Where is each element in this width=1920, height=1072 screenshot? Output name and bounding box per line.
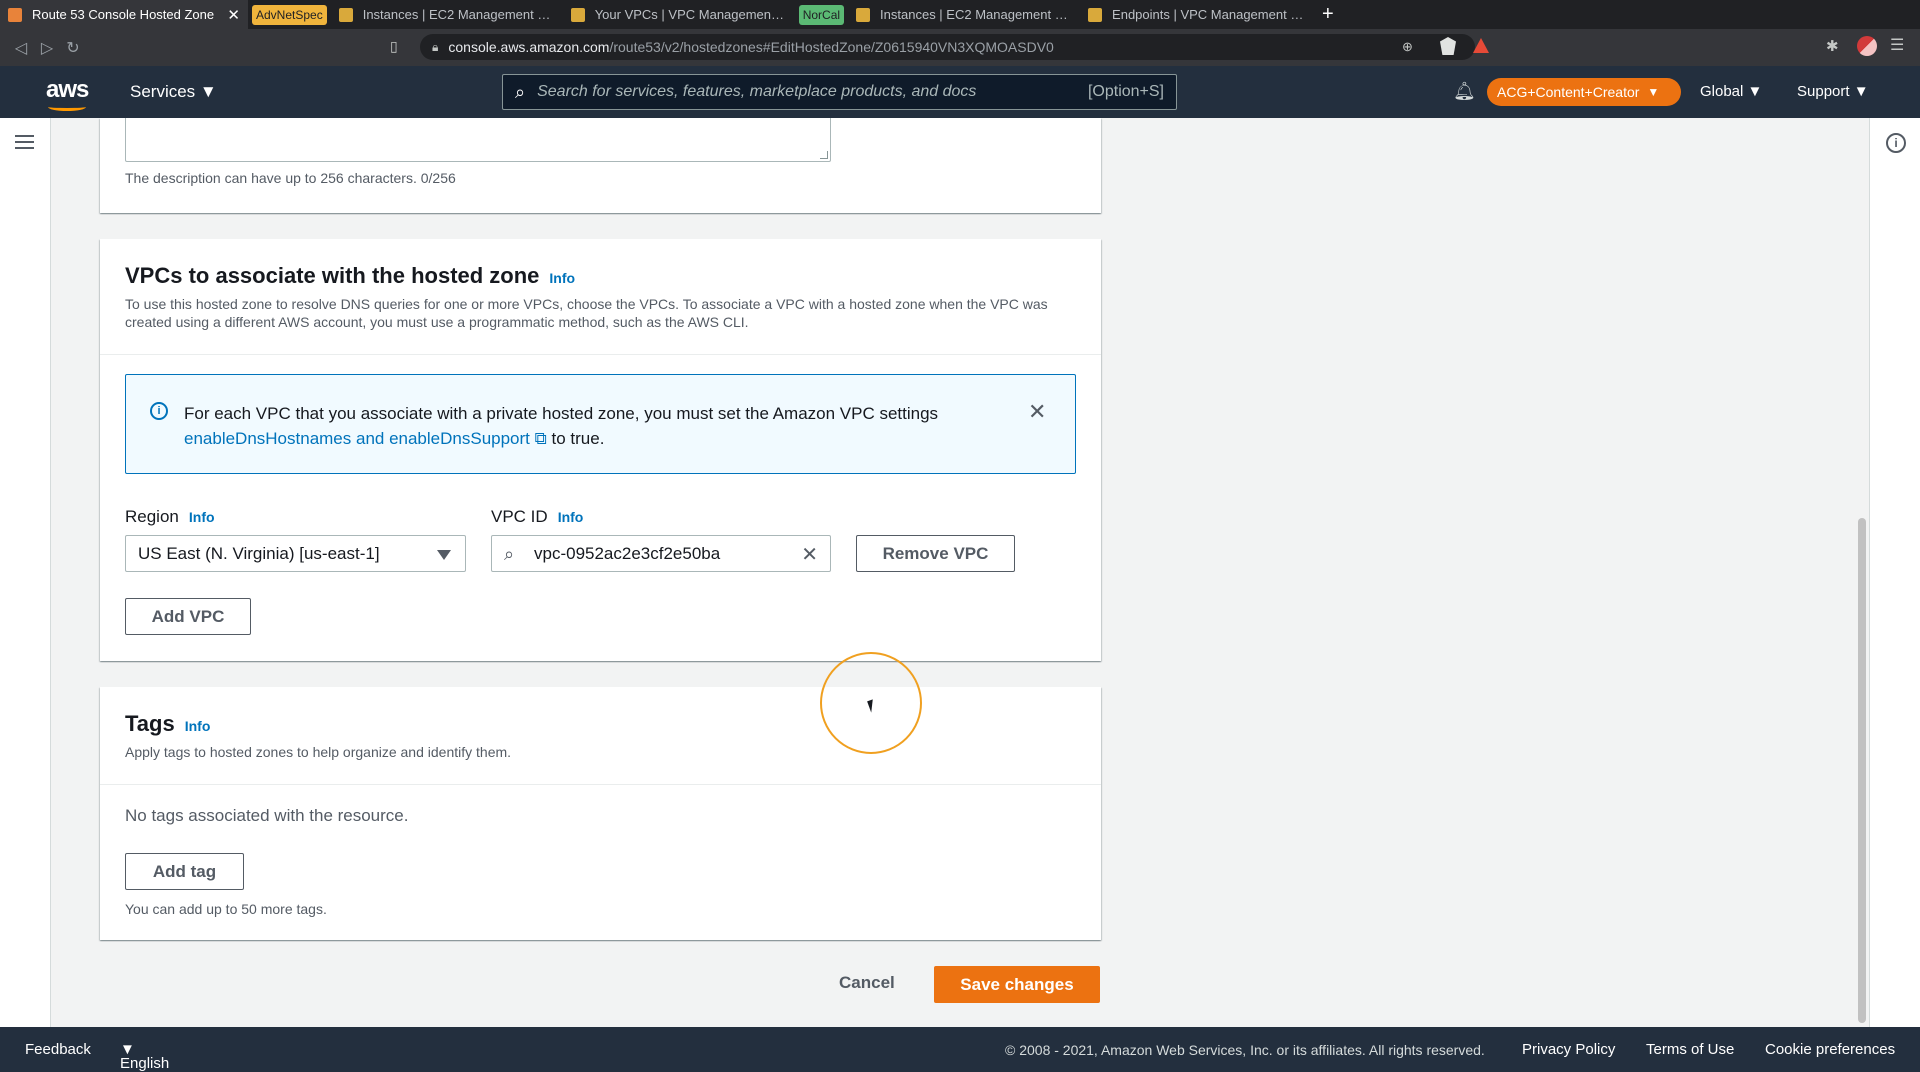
tags-section-title: Tags Info <box>125 711 211 736</box>
url-bar[interactable]: 🔒︎ console.aws.amazon.com/route53/v2/hos… <box>420 34 1475 60</box>
console-footer: Feedback English (US) ▼ © 2008 - 2021, A… <box>0 1027 1920 1072</box>
back-icon[interactable]: ◁ <box>8 38 34 58</box>
browser-tab-your-vpcs[interactable]: Your VPCs | VPC Management Con <box>563 0 795 29</box>
add-tag-button[interactable]: Add tag <box>125 853 244 890</box>
side-navigation-rail <box>0 118 51 1027</box>
vpc-id-info-link[interactable]: Info <box>558 509 584 525</box>
cookie-preferences-link[interactable]: Cookie preferences <box>1765 1041 1895 1058</box>
feedback-link[interactable]: Feedback <box>25 1041 91 1058</box>
language-selector[interactable]: English (US) ▼ <box>120 1041 169 1072</box>
aws-console-header: aws Services ▼ ⌕ Search for services, fe… <box>0 66 1920 118</box>
support-menu[interactable]: Support ▼ <box>1797 83 1869 100</box>
browser-tab-strip: Route 53 Console Hosted Zone ✕ AdvNetSpe… <box>0 0 1920 29</box>
account-menu[interactable]: ACG+Content+Creator ▼ <box>1487 78 1682 106</box>
terms-of-use-link[interactable]: Terms of Use <box>1646 1041 1734 1058</box>
privacy-policy-link[interactable]: Privacy Policy <box>1522 1041 1615 1058</box>
region-select[interactable]: US East (N. Virginia) [us-east-1] <box>125 535 466 572</box>
help-panel-rail: i <box>1869 118 1920 1027</box>
divider <box>100 784 1101 785</box>
add-vpc-button[interactable]: Add VPC <box>125 598 251 635</box>
vpc-association-panel: VPCs to associate with the hosted zone In… <box>100 239 1101 661</box>
console-search-input[interactable]: ⌕ Search for services, features, marketp… <box>502 74 1177 110</box>
clear-input-icon[interactable]: ✕ <box>801 542 818 567</box>
tab-group-norcal[interactable]: NorCal <box>798 4 845 25</box>
aws-favicon-icon <box>338 7 353 22</box>
vpc-section-title: VPCs to associate with the hosted zone In… <box>125 263 576 288</box>
extensions-icon[interactable]: ✱ <box>1826 37 1839 55</box>
vpc-info-link[interactable]: Info <box>549 270 575 286</box>
external-link-icon: ⧉ <box>534 429 547 448</box>
vpc-id-input[interactable]: ⌕ vpc-0952ac2e3cf2e50ba ✕ <box>491 535 831 572</box>
dns-settings-alert: i For each VPC that you associate with a… <box>125 374 1076 474</box>
search-icon: ⌕ <box>504 544 515 564</box>
tags-panel: Tags Info Apply tags to hosted zones to h… <box>100 687 1101 940</box>
browser-tab-route53[interactable]: Route 53 Console Hosted Zone ✕ <box>0 0 248 29</box>
cancel-button[interactable]: Cancel <box>839 973 895 993</box>
profile-avatar[interactable] <box>1857 36 1877 56</box>
new-tab-icon[interactable]: + <box>1322 3 1334 26</box>
browser-toolbar: ◁ ▷ ↻ ▯ 🔒︎ console.aws.amazon.com/route5… <box>0 29 1920 66</box>
browser-menu-icon[interactable]: ☰ <box>1890 35 1904 55</box>
tab-group-advnetspec[interactable]: AdvNetSpec <box>252 4 327 25</box>
zoom-icon[interactable]: ⊕ <box>1402 39 1413 55</box>
description-hint: The description can have up to 256 chara… <box>125 170 456 186</box>
close-tab-icon[interactable]: ✕ <box>227 6 240 24</box>
divider <box>100 354 1101 355</box>
aws-favicon-icon <box>8 7 22 22</box>
page-scrollbar[interactable] <box>1858 518 1866 1023</box>
aws-favicon-icon <box>1088 7 1103 22</box>
notifications-bell-icon[interactable]: 🔔︎ <box>1453 81 1476 102</box>
description-panel: The description can have up to 256 chara… <box>100 118 1101 213</box>
hamburger-menu-icon[interactable] <box>15 135 34 153</box>
aws-favicon-icon <box>570 7 585 22</box>
browser-tab-ec2-instances[interactable]: Instances | EC2 Management Cons <box>331 0 563 29</box>
brave-rewards-icon[interactable] <box>1473 38 1489 53</box>
tags-limit-hint: You can add up to 50 more tags. <box>125 901 327 917</box>
no-tags-message: No tags associated with the resource. <box>125 806 409 825</box>
save-changes-button[interactable]: Save changes <box>934 966 1100 1003</box>
bookmark-icon[interactable]: ▯ <box>390 38 398 55</box>
reload-icon[interactable]: ↻ <box>60 38 86 58</box>
info-panel-icon[interactable]: i <box>1886 133 1906 153</box>
tags-info-link[interactable]: Info <box>185 718 211 734</box>
caret-down-icon <box>437 550 451 560</box>
lock-icon: 🔒︎ <box>432 39 439 54</box>
tags-section-description: Apply tags to hosted zones to help organ… <box>125 744 512 760</box>
description-textarea[interactable] <box>125 118 831 162</box>
search-icon: ⌕ <box>515 81 526 102</box>
services-menu[interactable]: Services ▼ <box>130 82 217 102</box>
vpc-section-description: To use this hosted zone to resolve DNS q… <box>125 296 1048 330</box>
region-menu[interactable]: Global ▼ <box>1700 83 1762 100</box>
forward-icon[interactable]: ▷ <box>34 38 60 58</box>
browser-tab-ec2-instances-2[interactable]: Instances | EC2 Management Cons <box>848 0 1080 29</box>
region-label: Region Info <box>125 507 215 526</box>
vpc-id-label: VPC ID Info <box>491 507 584 526</box>
aws-favicon-icon <box>856 7 871 22</box>
info-icon: i <box>150 402 168 420</box>
browser-tab-endpoints[interactable]: Endpoints | VPC Management Con <box>1080 0 1312 29</box>
region-info-link[interactable]: Info <box>189 509 215 525</box>
aws-logo[interactable]: aws <box>46 76 89 111</box>
copyright-text: © 2008 - 2021, Amazon Web Services, Inc.… <box>1005 1042 1485 1058</box>
resize-grip-icon[interactable] <box>820 151 828 159</box>
close-icon[interactable]: ✕ <box>1028 399 1046 425</box>
chevron-down-icon: ▼ <box>1647 85 1660 99</box>
dns-settings-link[interactable]: enableDnsHostnames and enableDnsSupport … <box>184 429 547 448</box>
remove-vpc-button[interactable]: Remove VPC <box>856 535 1015 572</box>
